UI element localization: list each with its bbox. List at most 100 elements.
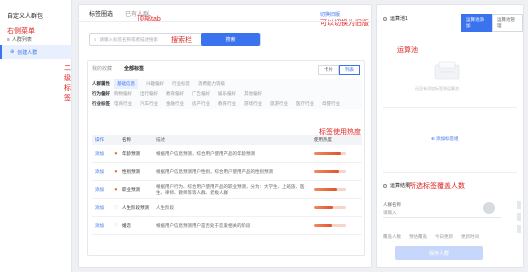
add-button[interactable]: 添加	[92, 205, 110, 211]
tag-description: 根据用户信息预测，综合用户使用产品的年龄预测	[156, 150, 255, 156]
filter-option[interactable]: 教育行业	[218, 99, 236, 109]
filter-row: 行业标签 电商行业 汽车行业 金融行业 房产行业 教育行业 游戏行业 旅游行业 …	[92, 99, 362, 109]
tag-description: 根据用户信息预测用户是否处于恋爱相关的阶段	[156, 222, 251, 228]
filter-row: 行为偏好 购物偏好 出行偏好 教育偏好 广告偏好 娱乐偏好 其他偏好	[92, 89, 362, 99]
filter-key: 行为偏好	[92, 91, 110, 96]
heat-bar	[314, 170, 346, 173]
filter-option[interactable]: 游戏行业	[244, 99, 262, 109]
header-heat: 使用热度	[314, 137, 332, 142]
sidebar-item-label: 创建人群	[17, 49, 38, 56]
filter-option[interactable]: 教育偏好	[166, 89, 184, 99]
favorite-heart-icon[interactable]: ♥	[110, 151, 122, 157]
filter-option[interactable]: 兴趣偏好	[146, 79, 164, 89]
save-crowd-button[interactable]: 保存人群	[395, 246, 483, 260]
favorite-heart-icon[interactable]: ♥	[110, 187, 122, 193]
sidebar-brand: 自定义人群包	[7, 14, 44, 20]
heat-bar	[314, 224, 346, 227]
filter-row: 人群属性 基础信息 兴趣偏好 行业标签 消费能力等级	[92, 79, 362, 89]
table-row: 添加 ♥ 年龄预测 根据用户信息预测，综合用户使用产品的年龄预测	[92, 145, 362, 163]
heat-cell	[306, 224, 362, 227]
filter-option[interactable]: 旅游行业	[270, 99, 288, 109]
search-icon: ⌕	[94, 37, 97, 42]
tag-name: 年龄预测	[122, 150, 140, 156]
filter-key: 行业标签	[92, 101, 110, 106]
tab-pool-add[interactable]: 运算池添加	[461, 14, 492, 32]
sidebar-item-crowd-list[interactable]: ≡ 人群列表	[7, 36, 32, 44]
radio-icon	[383, 183, 387, 188]
favorite-heart-icon[interactable]: ♥	[110, 169, 122, 175]
result-title: 运算结果	[383, 182, 410, 189]
filter-option[interactable]: 购物偏好	[114, 89, 132, 99]
favorite-heart-icon[interactable]: ♡	[110, 205, 122, 211]
filter-option[interactable]: 广告偏好	[192, 89, 210, 99]
tab-my-favorites[interactable]: 我的收藏	[92, 65, 112, 72]
list-view-button[interactable]: 列表	[339, 65, 360, 75]
search-button[interactable]: 搜索	[201, 33, 260, 46]
tag-description: 根据用户行为、综合用户使用产品的职业预测，分为：大学生、上班族、医生、律师、教师…	[156, 183, 305, 195]
table-row: 添加 ♡ 人生阶段预测 人生阶段	[92, 199, 362, 217]
add-button[interactable]: 添加	[92, 187, 110, 193]
favorite-heart-icon[interactable]: ♡	[110, 223, 122, 229]
table-row: 添加 ♥ 职业预测 根据用户行为、综合用户使用产品的职业预测，分为：大学生、上班族、医…	[92, 181, 362, 199]
tag-name: 人生阶段预测	[122, 204, 149, 210]
sidebar: 自定义人群包 右侧菜单 ≡ 人群列表 ⊕ 创建人群	[0, 0, 72, 272]
card-view-button[interactable]: 卡片	[318, 65, 339, 75]
add-button[interactable]: 添加	[92, 223, 110, 229]
filter-option[interactable]: 娱乐偏好	[218, 89, 236, 99]
heat-bar	[314, 188, 346, 191]
tab-all-tags[interactable]: 全部标签	[124, 65, 144, 72]
add-button[interactable]: 添加	[92, 169, 110, 175]
filter-option[interactable]: 电商行业	[114, 99, 132, 109]
filter-option[interactable]: 汽车行业	[140, 99, 158, 109]
panel-tabs: 我的收藏 全部标签	[92, 65, 144, 72]
filter-option[interactable]: 消费能力等级	[198, 79, 225, 89]
sidebar-item-create-crowd[interactable]: ⊕ 创建人群	[0, 45, 72, 59]
pool-title-text: 运算池1	[390, 16, 408, 22]
annotation-menu: 右侧菜单	[7, 28, 35, 35]
header-desc: 描述	[156, 137, 165, 142]
add-tag-group-link[interactable]: ⊕ 添加标签组	[431, 136, 459, 142]
tag-description: 人生阶段	[156, 204, 174, 210]
tag-table: 操作 名称 描述 使用热度 添加 ♥ 年龄预测 根据用户信息预测，综合用户使用产品的年…	[92, 135, 362, 235]
divider	[383, 107, 517, 108]
annotation-search: 搜索栏	[171, 37, 192, 44]
heat-bar	[314, 206, 346, 209]
tab-pool-manage[interactable]: 运算池管理	[492, 14, 523, 32]
operation-pool-panel: 运算池1 运算池添加 运算池管理 运算池 还没有添加标签到运算池 ⊕ 添加标签组…	[376, 4, 524, 268]
filter-key: 人群属性	[92, 81, 110, 86]
empty-state-text: 还没有添加标签到运算池	[415, 86, 459, 91]
list-icon: ≡	[7, 36, 10, 43]
stat-label: 更新时间	[461, 234, 479, 239]
heat-cell	[306, 170, 362, 173]
pool-title: 运算池1	[383, 15, 408, 22]
view-toggle: 卡片 列表	[318, 65, 360, 75]
add-button[interactable]: 添加	[92, 151, 110, 157]
filter-option[interactable]: 金融行业	[166, 99, 184, 109]
filter-option[interactable]: 出行偏好	[140, 89, 158, 99]
scrollbar[interactable]	[517, 201, 521, 249]
heat-bar-fill	[314, 224, 332, 227]
filter-option[interactable]: 医疗行业	[296, 99, 314, 109]
add-link-label: 添加标签组	[436, 136, 459, 141]
filter-option[interactable]: 房产行业	[192, 99, 210, 109]
table-row: 添加 ♥ 性别预测 根据用户信息预测用户性别，综合用户使用产品的性别预测	[92, 163, 362, 181]
main-panel: 标签圈选 已有人群 顶部tab 切换旧版 可以切换为旧版 ⌕ 请输入标签名称或者…	[78, 4, 373, 268]
table-row: 添加 ♡ 婚恋 根据用户信息预测用户是否处于恋爱相关的阶段	[92, 217, 362, 235]
heat-bar-fill	[314, 170, 339, 173]
annotation-top-tab: 顶部tab	[137, 16, 161, 23]
header-name: 名称	[122, 137, 131, 142]
divider	[383, 172, 517, 173]
heat-bar-fill	[314, 206, 334, 209]
empty-state-icon	[434, 61, 460, 80]
header-op: 操作	[95, 137, 104, 142]
filter-option[interactable]: 基础信息	[114, 79, 138, 89]
heat-cell	[306, 152, 362, 155]
stat-label: 预估覆盖	[409, 234, 427, 239]
switch-old-version-link[interactable]: 切换旧版	[320, 11, 340, 18]
heat-bar-fill	[314, 188, 338, 191]
heat-cell	[306, 188, 362, 191]
filter-option[interactable]: 其他偏好	[244, 89, 262, 99]
filter-option[interactable]: 母婴行业	[322, 99, 340, 109]
heat-bar	[314, 152, 346, 155]
filter-option[interactable]: 行业标签	[172, 79, 190, 89]
